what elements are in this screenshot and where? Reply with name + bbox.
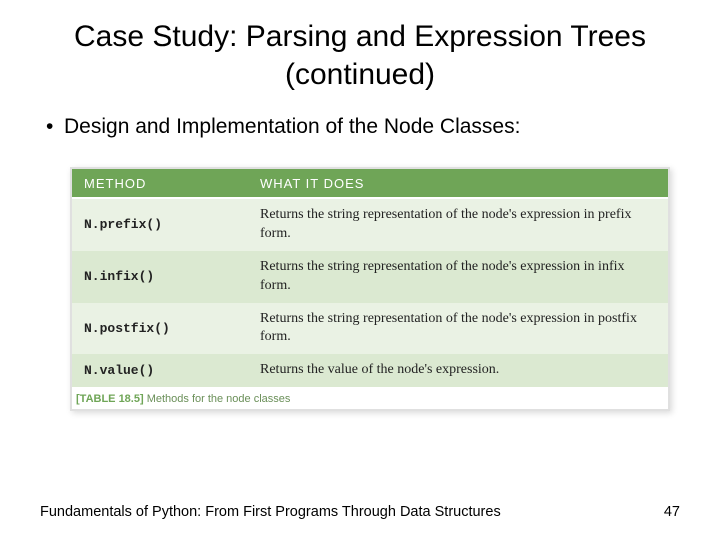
table-row: N.infix() Returns the string representat… (72, 251, 668, 303)
cell-method: N.infix() (72, 261, 248, 293)
table-header-method: METHOD (72, 169, 248, 197)
footer-text: Fundamentals of Python: From First Progr… (40, 504, 501, 520)
table-header-row: METHOD WHAT IT DOES (72, 169, 668, 199)
table-caption-row: [TABLE 18.5] Methods for the node classe… (72, 387, 668, 409)
bullet-item: •Design and Implementation of the Node C… (46, 115, 680, 139)
cell-method: N.value() (72, 355, 248, 387)
slide-title: Case Study: Parsing and Expression Trees… (40, 18, 680, 93)
cell-desc: Returns the string representation of the… (248, 251, 668, 303)
cell-method: N.postfix() (72, 313, 248, 345)
cell-method: N.prefix() (72, 209, 248, 241)
table-caption-label: [TABLE 18.5] (76, 393, 144, 405)
table-caption-text: Methods for the node classes (144, 393, 291, 405)
cell-desc: Returns the value of the node's expressi… (248, 354, 668, 387)
table-caption: [TABLE 18.5] Methods for the node classe… (72, 387, 294, 409)
methods-table: METHOD WHAT IT DOES N.prefix() Returns t… (70, 167, 670, 411)
cell-desc: Returns the string representation of the… (248, 199, 668, 251)
page-number: 47 (664, 504, 680, 520)
table-header-desc: WHAT IT DOES (248, 169, 668, 197)
table-row: N.prefix() Returns the string representa… (72, 199, 668, 251)
bullet-text: Design and Implementation of the Node Cl… (64, 115, 520, 138)
cell-desc: Returns the string representation of the… (248, 303, 668, 355)
slide-footer: Fundamentals of Python: From First Progr… (40, 504, 680, 520)
table-row: N.value() Returns the value of the node'… (72, 354, 668, 387)
bullet-dot: • (46, 115, 64, 139)
table-row: N.postfix() Returns the string represent… (72, 303, 668, 355)
